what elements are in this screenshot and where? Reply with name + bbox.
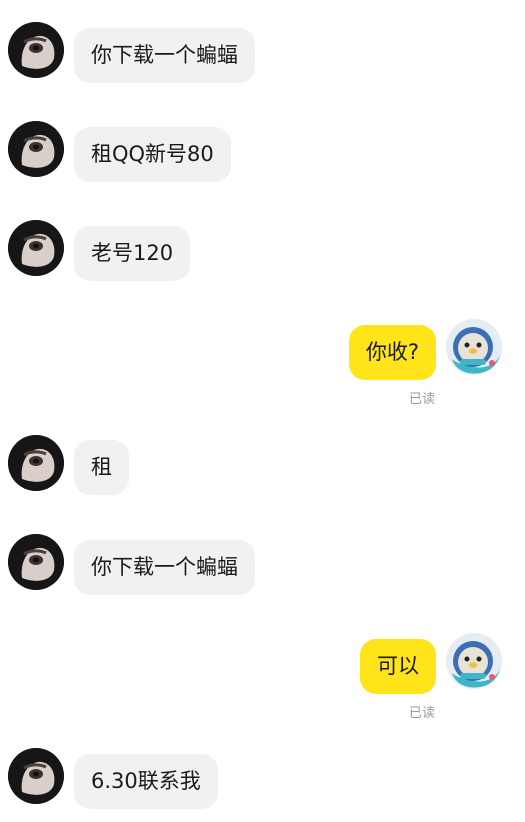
incoming-message-bubble[interactable]: 租 [74,440,129,495]
contact-avatar-icon[interactable] [8,748,64,804]
outgoing-message-bubble[interactable]: 你收? [348,325,436,380]
my-avatar-icon[interactable] [446,633,502,689]
contact-avatar-icon[interactable] [8,22,64,78]
read-status: 已读 [408,392,435,407]
incoming-message-bubble[interactable]: 租QQ新号80 [74,127,231,182]
incoming-message-bubble[interactable]: 你下载一个蝙蝠 [74,540,255,595]
outgoing-message-bubble[interactable]: 可以 [360,639,436,694]
incoming-message-bubble[interactable]: 老号120 [74,226,191,281]
contact-avatar-icon[interactable] [8,435,64,491]
my-avatar-icon[interactable] [446,319,502,375]
read-status: 已读 [408,706,435,721]
incoming-message-bubble[interactable]: 6.30联系我 [74,754,218,809]
contact-avatar-icon[interactable] [8,534,64,590]
incoming-message-bubble[interactable]: 你下载一个蝙蝠 [74,28,255,83]
contact-avatar-icon[interactable] [8,121,64,177]
contact-avatar-icon[interactable] [8,220,64,276]
